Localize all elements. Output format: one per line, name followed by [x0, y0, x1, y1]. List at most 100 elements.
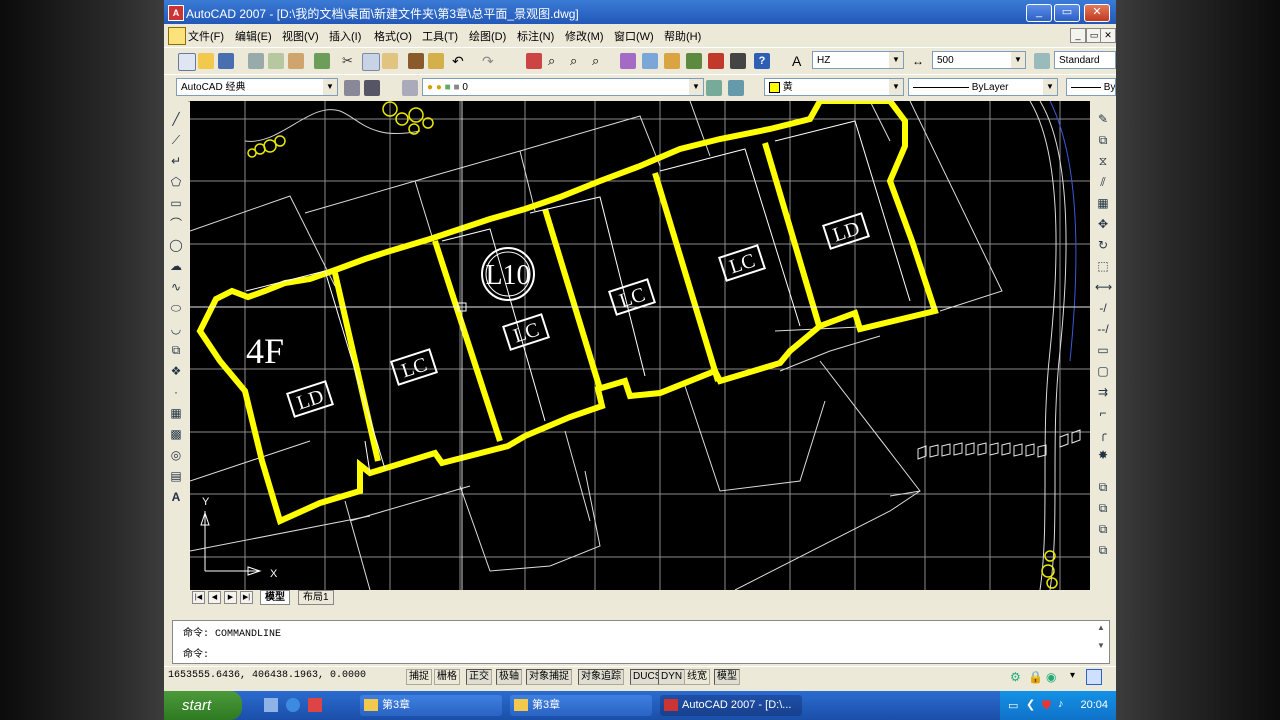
coordinate-readout[interactable]: 1653555.6436, 406438.1963, 0.0000: [168, 670, 366, 681]
menu-insert[interactable]: 插入(I): [329, 28, 361, 44]
linetype-combo[interactable]: ByLayer ▼: [908, 78, 1058, 96]
menu-modify[interactable]: 修改(M): [565, 28, 604, 44]
multiline-text-icon[interactable]: A: [168, 489, 184, 505]
explode-icon[interactable]: ✸: [1095, 447, 1111, 463]
snap-toggle[interactable]: 捕捉: [406, 669, 432, 685]
line-icon[interactable]: ╱: [168, 111, 184, 127]
security-icon[interactable]: ⛊: [1042, 698, 1051, 713]
insert-block-icon[interactable]: ⧉: [168, 342, 184, 358]
clean-screen-icon[interactable]: [1086, 669, 1102, 685]
circle-icon[interactable]: ◯: [168, 237, 184, 253]
command-scrollbar[interactable]: ▲ ▼: [1095, 623, 1107, 659]
menu-draw[interactable]: 绘图(D): [469, 28, 506, 44]
tool-palettes-icon[interactable]: [664, 53, 680, 69]
copy-object-icon[interactable]: ⧉: [1095, 132, 1111, 148]
layer-previous-icon[interactable]: [728, 80, 744, 96]
menu-view[interactable]: 视图(V): [282, 28, 319, 44]
polygon-icon[interactable]: ⬠: [168, 174, 184, 190]
text-style-combo[interactable]: HZ ▼: [812, 51, 904, 69]
toolbar-lock-icon[interactable]: 🔒: [1028, 670, 1043, 684]
status-menu-icon[interactable]: ▾: [1070, 670, 1075, 681]
draw-order-back-icon[interactable]: ⧉: [1095, 500, 1111, 516]
ortho-toggle[interactable]: 正交: [466, 669, 492, 685]
print-icon[interactable]: [248, 53, 264, 69]
make-block-icon[interactable]: ❖: [168, 363, 184, 379]
rotate-icon[interactable]: ↻: [1095, 237, 1111, 253]
polyline-icon[interactable]: ↵: [168, 153, 184, 169]
calculator-icon[interactable]: [730, 53, 746, 69]
task-folder-1[interactable]: 第3章: [360, 695, 502, 716]
tab-model[interactable]: 模型: [260, 590, 290, 605]
text-style-icon[interactable]: A: [792, 53, 808, 69]
next-tab-icon[interactable]: ▶: [224, 591, 237, 604]
match-properties-icon[interactable]: [408, 53, 424, 69]
arc-icon[interactable]: ⌒: [168, 216, 184, 232]
doc-close-button[interactable]: ✕: [1100, 28, 1116, 43]
start-button[interactable]: start: [164, 691, 242, 720]
move-icon[interactable]: ✥: [1095, 216, 1111, 232]
task-autocad[interactable]: AutoCAD 2007 - [D:\...: [660, 695, 802, 716]
construction-line-icon[interactable]: ⟋: [168, 132, 184, 148]
quick-launch-ie-icon[interactable]: [286, 698, 300, 712]
zoom-previous-icon[interactable]: ⌕: [592, 53, 608, 69]
region-icon[interactable]: ◎: [168, 447, 184, 463]
menu-help[interactable]: 帮助(H): [664, 28, 701, 44]
undo-icon[interactable]: ↶: [452, 53, 468, 69]
point-icon[interactable]: ·: [168, 384, 184, 400]
otrack-toggle[interactable]: 对象追踪: [578, 669, 624, 685]
hatch-icon[interactable]: ▦: [168, 405, 184, 421]
menu-edit[interactable]: 编辑(E): [235, 28, 272, 44]
status-tray-icon[interactable]: ◉: [1046, 670, 1056, 684]
lineweight-toggle[interactable]: 线宽: [684, 669, 710, 685]
tab-layout1[interactable]: 布局1: [298, 590, 334, 605]
paste-icon[interactable]: [382, 53, 398, 69]
layer-manager-icon[interactable]: [402, 80, 418, 96]
array-icon[interactable]: ▦: [1095, 195, 1111, 211]
menu-window[interactable]: 窗口(W): [614, 28, 654, 44]
markup-icon[interactable]: [708, 53, 724, 69]
workspace-save-icon[interactable]: [364, 80, 380, 96]
publish-icon[interactable]: [288, 53, 304, 69]
help-icon[interactable]: ?: [754, 53, 770, 69]
close-button[interactable]: ✕: [1084, 4, 1110, 22]
communication-center-icon[interactable]: ⚙: [1010, 670, 1021, 684]
autocad-app-icon[interactable]: A: [168, 5, 184, 21]
save-icon[interactable]: [218, 53, 234, 69]
drawing-area[interactable]: L10 4F LD LC LC LC LC LD Y X: [190, 101, 1090, 590]
pan-icon[interactable]: [526, 53, 542, 69]
table-icon[interactable]: ▤: [168, 468, 184, 484]
spline-icon[interactable]: ∿: [168, 279, 184, 295]
layer-combo[interactable]: ● ● ■ ■ 0 ▼: [422, 78, 704, 96]
stretch-icon[interactable]: ⟷: [1095, 279, 1112, 295]
ellipse-icon[interactable]: ⬭: [168, 300, 184, 316]
menu-file[interactable]: 文件(F): [188, 28, 224, 44]
offset-icon[interactable]: ⫽: [1095, 174, 1111, 190]
revision-cloud-icon[interactable]: ☁: [168, 258, 184, 274]
dimension-style-combo[interactable]: 500 ▼: [932, 51, 1026, 69]
model-toggle[interactable]: 模型: [714, 669, 740, 685]
rectangle-icon[interactable]: ▭: [168, 195, 184, 211]
table-style-combo[interactable]: Standard: [1054, 51, 1116, 69]
command-window[interactable]: 命令: COMMANDLINE 命令: ▲ ▼: [172, 620, 1110, 664]
block-editor-icon[interactable]: [428, 53, 444, 69]
osnap-toggle[interactable]: 对象捕捉: [526, 669, 572, 685]
document-icon[interactable]: [168, 27, 186, 45]
ellipse-arc-icon[interactable]: ◡: [168, 321, 184, 337]
task-folder-2[interactable]: 第3章: [510, 695, 652, 716]
break-icon[interactable]: ▢: [1095, 363, 1111, 379]
erase-icon[interactable]: ✎: [1095, 111, 1111, 127]
last-tab-icon[interactable]: ▶|: [240, 591, 253, 604]
draw-order-front-icon[interactable]: ⧉: [1095, 479, 1111, 495]
send-under-icon[interactable]: ⧉: [1095, 542, 1111, 558]
copy-icon[interactable]: [362, 53, 380, 71]
dimension-style-icon[interactable]: ↔: [912, 53, 928, 69]
quick-launch-desktop-icon[interactable]: [264, 698, 278, 712]
menu-dimension[interactable]: 标注(N): [517, 28, 554, 44]
scale-icon[interactable]: ⬚: [1095, 258, 1111, 274]
network-icon[interactable]: ▭: [1008, 699, 1018, 712]
properties-icon[interactable]: [620, 53, 636, 69]
zoom-window-icon[interactable]: ⌕: [570, 53, 586, 69]
print-preview-icon[interactable]: [268, 53, 284, 69]
sheet-set-icon[interactable]: [686, 53, 702, 69]
redo-icon[interactable]: ↷: [482, 53, 498, 69]
